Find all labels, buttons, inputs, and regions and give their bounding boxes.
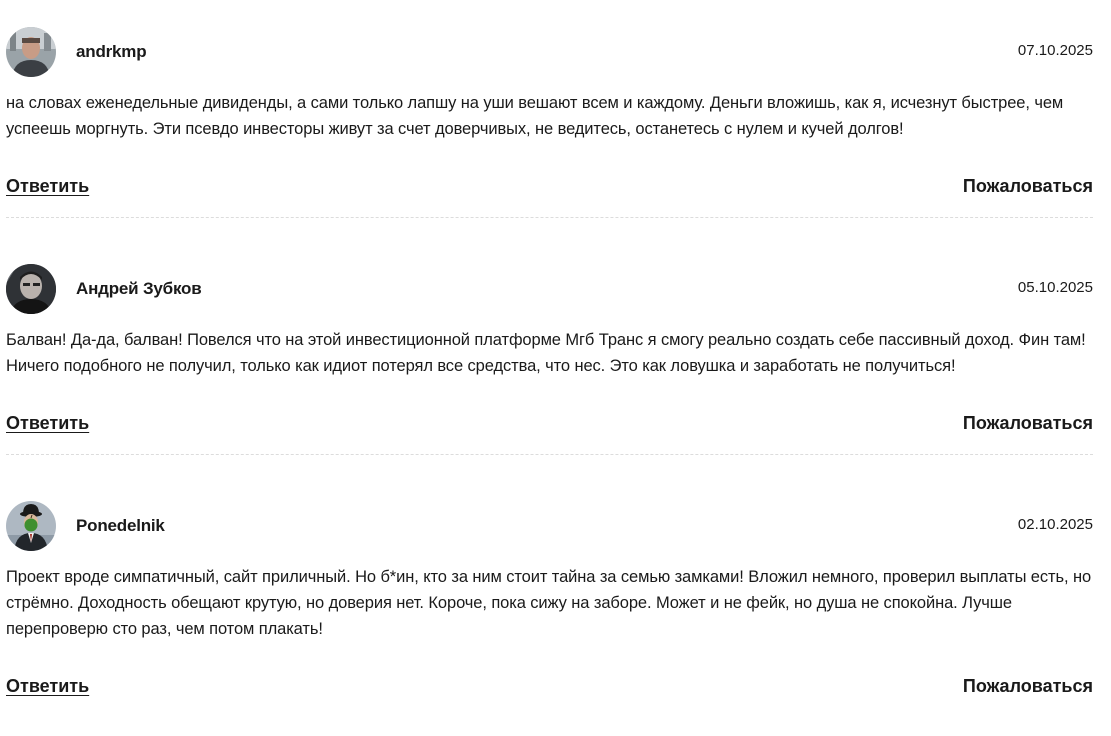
comment-author: andrkmp <box>76 42 147 61</box>
report-link[interactable]: Пожаловаться <box>963 413 1093 434</box>
comment-text: Балван! Да-да, балван! Повелся что на эт… <box>6 331 1086 375</box>
comment-date: 07.10.2025 <box>1017 42 1093 59</box>
user-photo-avatar-icon[interactable] <box>6 264 56 314</box>
comments-list: andrkmp 07.10.2025 на словах еженедельны… <box>6 0 1093 699</box>
comment-author: Андрей Зубков <box>76 279 202 298</box>
comment-item: andrkmp 07.10.2025 на словах еженедельны… <box>6 0 1093 218</box>
comment-text: на словах еженедельные дивиденды, а сами… <box>6 94 1064 138</box>
user-photo-avatar-icon[interactable] <box>6 27 56 77</box>
report-link[interactable]: Пожаловаться <box>963 176 1093 197</box>
comment-author: Ponedelnik <box>76 516 165 535</box>
reply-link[interactable]: Ответить <box>6 676 89 697</box>
comment-actions: Ответить Пожаловаться <box>6 173 1093 199</box>
reply-link[interactable]: Ответить <box>6 413 89 434</box>
comment-header: Ponedelnik 02.10.2025 <box>6 501 1093 551</box>
report-link[interactable]: Пожаловаться <box>963 676 1093 697</box>
comment-date: 05.10.2025 <box>1017 279 1093 296</box>
comment-date: 02.10.2025 <box>1017 516 1093 533</box>
comment-item: Ponedelnik 02.10.2025 Проект вроде симпа… <box>6 455 1093 699</box>
comment-header: andrkmp 07.10.2025 <box>6 27 1093 77</box>
bowler-hat-apple-avatar-icon[interactable] <box>6 501 56 551</box>
comment-actions: Ответить Пожаловаться <box>6 410 1093 436</box>
comment-actions: Ответить Пожаловаться <box>6 673 1093 699</box>
comment-item: Андрей Зубков 05.10.2025 Балван! Да-да, … <box>6 218 1093 455</box>
comment-header: Андрей Зубков 05.10.2025 <box>6 264 1093 314</box>
reply-link[interactable]: Ответить <box>6 176 89 197</box>
comment-text: Проект вроде симпатичный, сайт приличный… <box>6 568 1092 638</box>
